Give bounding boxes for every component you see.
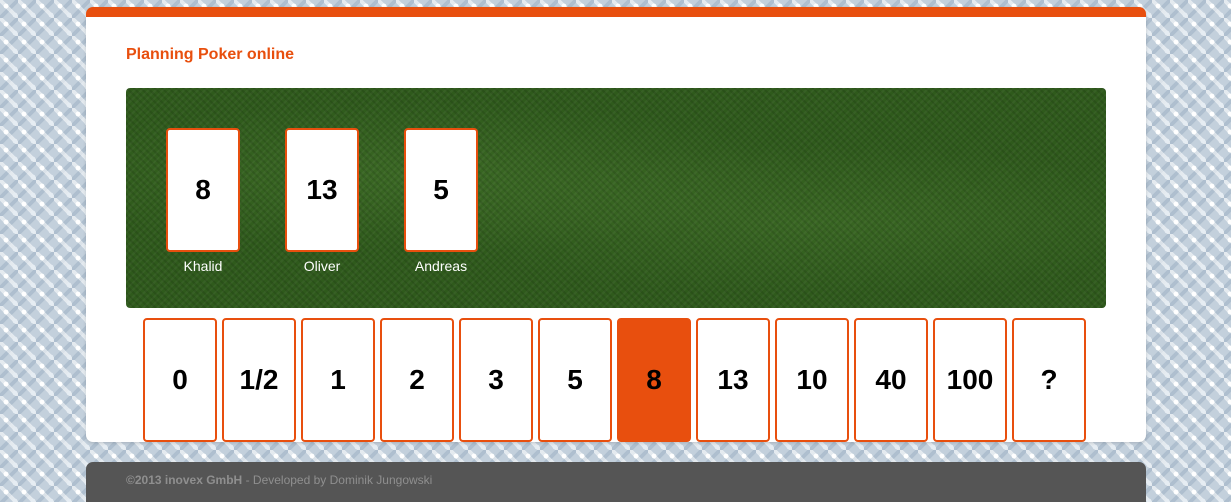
- card-half[interactable]: 1/2: [222, 318, 296, 442]
- player-card: 5: [404, 128, 478, 252]
- footer-text: ©2013 inovex GmbH - Developed by Dominik…: [126, 473, 432, 487]
- developer-credit: - Developed by Dominik Jungowski: [242, 473, 433, 487]
- card-100[interactable]: 100: [933, 318, 1007, 442]
- player-oliver: 13 Oliver: [285, 128, 359, 274]
- player-card: 13: [285, 128, 359, 252]
- card-40[interactable]: 40: [854, 318, 928, 442]
- player-khalid: 8 Khalid: [166, 128, 240, 274]
- player-name: Khalid: [183, 258, 223, 274]
- page-title: Planning Poker online: [126, 46, 295, 63]
- copyright: ©2013 inovex GmbH: [126, 473, 243, 487]
- card-10[interactable]: 10: [775, 318, 849, 442]
- card-5[interactable]: 5: [538, 318, 612, 442]
- card-question[interactable]: ?: [1012, 318, 1086, 442]
- player-andreas: 5 Andreas: [404, 128, 478, 274]
- footer: ©2013 inovex GmbH - Developed by Dominik…: [86, 462, 1146, 502]
- card-3[interactable]: 3: [459, 318, 533, 442]
- card-13[interactable]: 13: [696, 318, 770, 442]
- player-name: Andreas: [414, 258, 468, 274]
- player-name: Oliver: [303, 258, 341, 274]
- player-card: 8: [166, 128, 240, 252]
- poker-table: 8 Khalid 13 Oliver 5 Andreas: [126, 88, 1106, 308]
- card-2[interactable]: 2: [380, 318, 454, 442]
- main-panel: Planning Poker online 8 Khalid 13 Oliver…: [86, 7, 1146, 442]
- card-1[interactable]: 1: [301, 318, 375, 442]
- card-deck: 0 1/2 1 2 3 5 8 13 10 40 100 ?: [143, 318, 1091, 442]
- card-8[interactable]: 8: [617, 318, 691, 442]
- card-0[interactable]: 0: [143, 318, 217, 442]
